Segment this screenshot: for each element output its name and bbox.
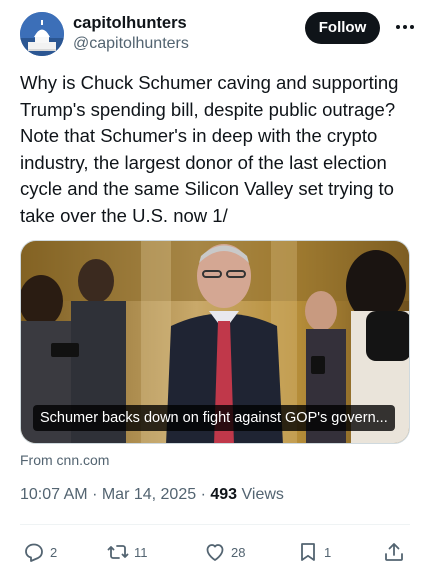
reply-button[interactable]: 2	[22, 537, 57, 567]
divider	[20, 524, 410, 525]
repost-icon	[107, 545, 129, 559]
tweet-meta: 10:07 AM · Mar 14, 2025 · 493 Views	[20, 486, 284, 504]
separator: ·	[92, 486, 102, 503]
tweet-text: Why is Chuck Schumer caving and supporti…	[20, 72, 399, 226]
avatar[interactable]	[20, 12, 64, 56]
action-bar: 2 11 28 1	[20, 537, 412, 567]
tweet-date[interactable]: Mar 14, 2025	[102, 486, 196, 503]
follow-button[interactable]: Follow	[305, 12, 380, 44]
author-display-name[interactable]: capitolhunters	[73, 13, 189, 33]
more-icon[interactable]	[394, 16, 416, 38]
like-count: 28	[231, 544, 246, 560]
separator: ·	[200, 486, 211, 503]
author-handle[interactable]: @capitolhunters	[73, 33, 189, 55]
tweet-time[interactable]: 10:07 AM	[20, 486, 88, 503]
views-label: Views	[241, 486, 284, 503]
like-icon	[206, 544, 224, 561]
link-card-caption: Schumer backs down on fight against GOP'…	[33, 405, 395, 431]
link-card[interactable]: Schumer backs down on fight against GOP'…	[20, 240, 410, 444]
bookmark-button[interactable]: 1	[296, 537, 331, 567]
reply-icon	[25, 543, 43, 562]
share-button[interactable]	[382, 537, 406, 567]
tweet-header: capitolhunters @capitolhunters Follow	[20, 12, 416, 56]
bookmark-count: 1	[324, 544, 332, 560]
link-source[interactable]: From cnn.com	[20, 452, 109, 468]
repost-button[interactable]: 11	[106, 537, 148, 567]
like-button[interactable]: 28	[203, 537, 245, 567]
repost-count: 11	[134, 544, 148, 560]
reply-count: 2	[50, 544, 58, 560]
capitol-dome-avatar	[20, 12, 64, 56]
bookmark-icon	[301, 543, 315, 561]
share-icon	[385, 543, 403, 561]
views-count: 493	[210, 486, 238, 503]
